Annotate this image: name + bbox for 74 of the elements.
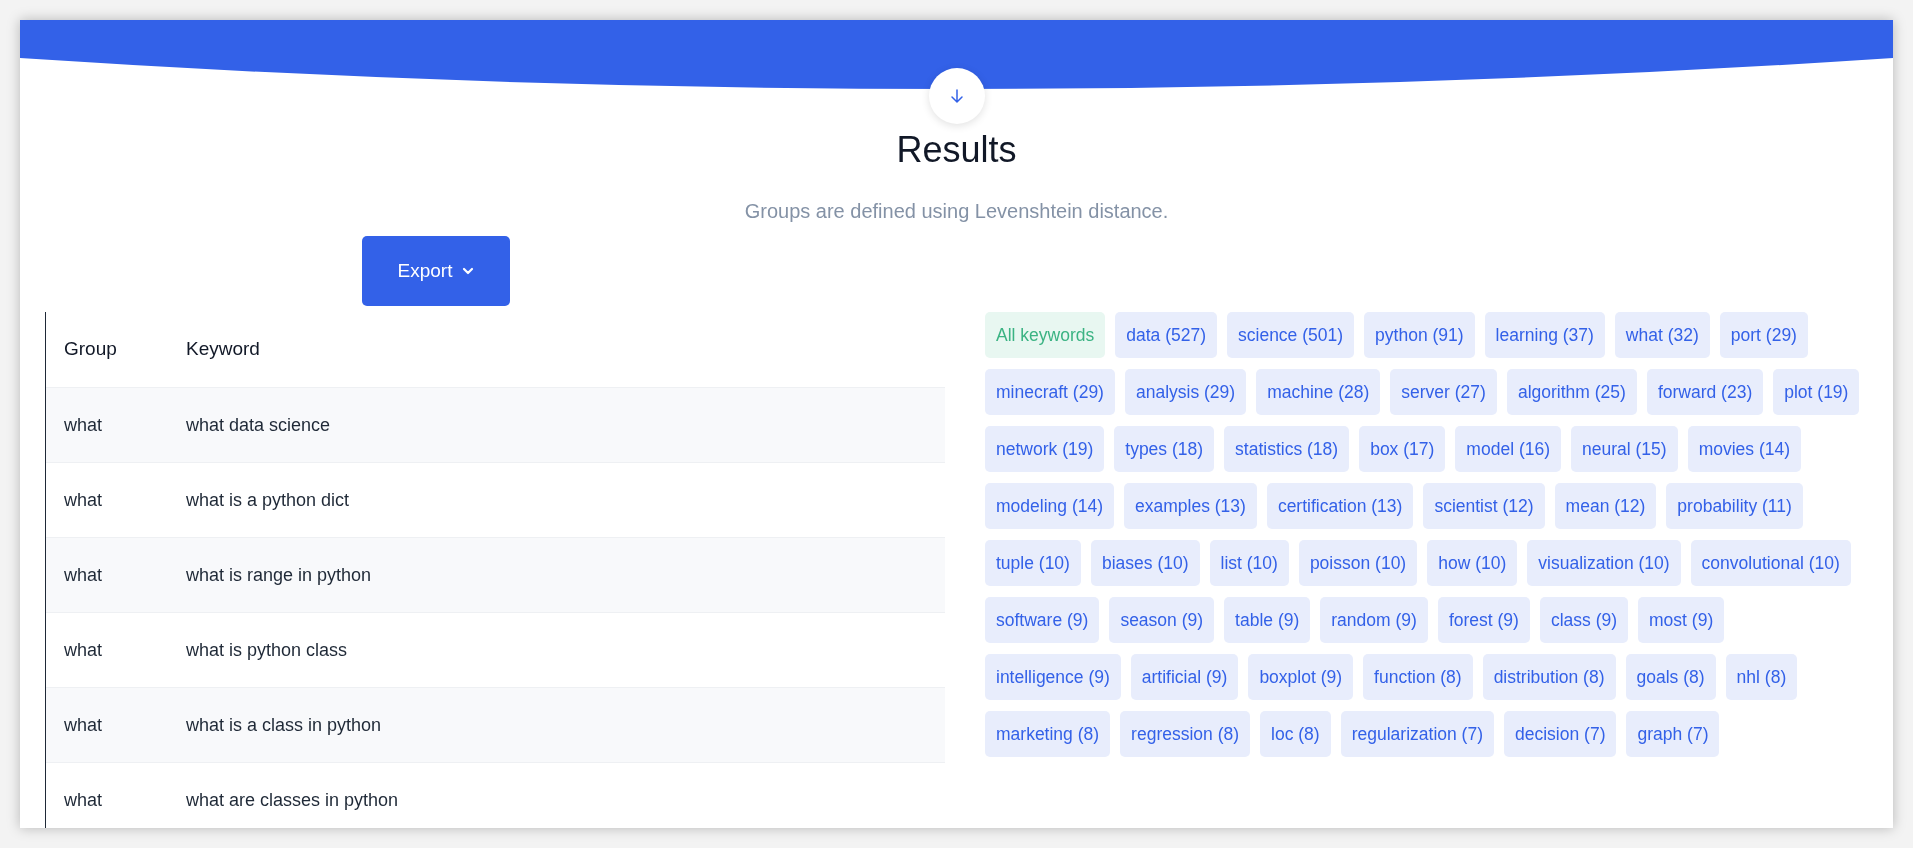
keyword-tag[interactable]: how (10) <box>1427 540 1518 586</box>
keyword-tag[interactable]: season (9) <box>1109 597 1215 643</box>
scroll-down-button[interactable] <box>928 68 985 124</box>
keyword-tag[interactable]: plot (19) <box>1773 369 1860 415</box>
keyword-tag[interactable]: nhl (8) <box>1725 654 1798 700</box>
table-cell-text: what <box>63 638 104 662</box>
export-button[interactable]: Export <box>362 236 510 306</box>
keyword-tag[interactable]: boxplot (9) <box>1248 654 1354 700</box>
keyword-tag[interactable]: network (19) <box>985 426 1105 472</box>
keyword-tag[interactable]: server (27) <box>1390 369 1497 415</box>
keyword-tag[interactable]: list (10) <box>1209 540 1289 586</box>
keyword-tag[interactable]: neural (15) <box>1571 426 1678 472</box>
chevron-down-icon <box>462 267 475 275</box>
keyword-tag[interactable]: what (32) <box>1614 312 1710 358</box>
keyword-tag[interactable]: tuple (10) <box>985 540 1081 586</box>
table-cell-text: what is python class <box>186 638 348 662</box>
keyword-tag[interactable]: statistics (18) <box>1224 426 1350 472</box>
keyword-tag[interactable]: regression (8) <box>1120 711 1251 757</box>
keyword-tag[interactable]: data (527) <box>1115 312 1217 358</box>
keyword-tag[interactable]: model (16) <box>1455 426 1561 472</box>
keyword-tag[interactable]: loc (8) <box>1260 711 1331 757</box>
keyword-tag[interactable]: learning (37) <box>1484 312 1605 358</box>
keyword-tag[interactable]: convolutional (10) <box>1690 540 1851 586</box>
keyword-tag[interactable]: visualization (10) <box>1527 540 1681 586</box>
keyword-tag[interactable]: distribution (8) <box>1482 654 1616 700</box>
keyword-tag[interactable]: analysis (29) <box>1124 369 1247 415</box>
keyword-tag[interactable]: movies (14) <box>1687 426 1802 472</box>
keyword-tag[interactable]: port (29) <box>1719 312 1808 358</box>
keyword-tag[interactable]: types (18) <box>1114 426 1215 472</box>
keyword-tag[interactable]: poisson (10) <box>1298 540 1418 586</box>
keyword-tag[interactable]: biases (10) <box>1090 540 1200 586</box>
keyword-tag[interactable]: algorithm (25) <box>1506 369 1637 415</box>
keyword-tag[interactable]: certification (13) <box>1266 483 1414 529</box>
keyword-tag[interactable]: examples (13) <box>1124 483 1257 529</box>
keyword-tag[interactable]: intelligence (9) <box>985 654 1121 700</box>
keyword-tag[interactable]: most (9) <box>1638 597 1725 643</box>
keyword-tag[interactable]: minecraft (29) <box>985 369 1115 415</box>
table-cell-text: what <box>63 563 104 587</box>
keyword-tag[interactable]: python (91) <box>1364 312 1475 358</box>
keyword-tag[interactable]: software (9) <box>985 597 1100 643</box>
table-cell-text: what <box>63 713 104 737</box>
keyword-tag[interactable]: graph (7) <box>1626 711 1720 757</box>
column-header: Keyword <box>186 337 260 362</box>
keyword-tag[interactable]: All keywords <box>985 312 1106 358</box>
keyword-tag[interactable]: scientist (12) <box>1423 483 1545 529</box>
keyword-tag[interactable]: forward (23) <box>1646 369 1764 415</box>
keyword-tag[interactable]: modeling (14) <box>985 483 1114 529</box>
keyword-tag[interactable]: random (9) <box>1320 597 1428 643</box>
keyword-tag[interactable]: forest (9) <box>1437 597 1530 643</box>
keyword-tag[interactable]: table (9) <box>1224 597 1311 643</box>
table-cell-text: what <box>63 488 104 512</box>
arrow-down-icon <box>948 88 965 104</box>
table-cell-text: what are classes in python <box>186 788 399 812</box>
table-cell-text: what <box>63 788 104 812</box>
keyword-tag[interactable]: artificial (9) <box>1130 654 1239 700</box>
keyword-tag[interactable]: machine (28) <box>1256 369 1381 415</box>
keyword-tag[interactable]: probability (11) <box>1666 483 1803 529</box>
table-cell-text: what is a class in python <box>186 713 382 737</box>
results-title: Results <box>896 128 1017 172</box>
column-header: Group <box>63 337 118 362</box>
keyword-tag[interactable]: function (8) <box>1363 654 1473 700</box>
results-subtitle: Groups are defined using Levenshtein distance. <box>744 199 1169 224</box>
keyword-tag[interactable]: science (501) <box>1227 312 1355 358</box>
keyword-tag[interactable]: marketing (8) <box>985 711 1111 757</box>
table-cell-text: what <box>63 413 104 437</box>
keyword-tag[interactable]: goals (8) <box>1625 654 1716 700</box>
table-cell-text: what is range in python <box>186 563 372 587</box>
table-cell-text: what is a python dict <box>186 488 350 512</box>
keyword-tag[interactable]: class (9) <box>1539 597 1629 643</box>
keyword-tag[interactable]: box (17) <box>1359 426 1446 472</box>
table-cell-text: what data science <box>186 413 331 437</box>
keyword-tag[interactable]: regularization (7) <box>1340 711 1494 757</box>
keyword-tag[interactable]: mean (12) <box>1554 483 1657 529</box>
keyword-tag[interactable]: decision (7) <box>1504 711 1617 757</box>
